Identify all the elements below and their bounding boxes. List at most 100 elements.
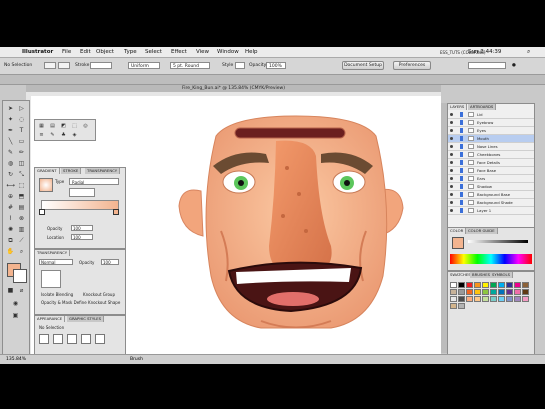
gradient-tab[interactable]: GRADIENT [35,168,60,174]
document-setup-button[interactable]: Document Setup [342,61,384,70]
layers-tab[interactable]: LAYERS [448,104,468,110]
layer-name[interactable]: Face Base [477,167,496,174]
app-menu[interactable]: Illustrator [22,47,53,57]
menu-file[interactable]: File [62,47,71,57]
color-swatch[interactable] [458,303,465,309]
appearance-tab[interactable]: APPEARANCE [35,316,66,322]
layer-name[interactable]: Layer 1 [477,207,491,214]
perspective-tool-icon[interactable]: ⬒ [17,192,26,201]
layer-row[interactable]: Background Shade [448,199,534,207]
gradient-preview[interactable] [39,178,53,192]
opacity-mask-knockout-checkbox[interactable]: Opacity & Mask Define Knockout Shape [41,300,120,305]
knockout-group-checkbox[interactable]: Knockout Group [83,292,115,297]
graph-tool-icon[interactable]: ▥ [17,225,26,234]
color-swatch[interactable] [490,282,497,288]
layer-name[interactable]: Shadow [477,183,492,190]
color-swatch[interactable] [474,289,481,295]
eyedropper-tool-icon[interactable]: ⌇ [6,214,15,223]
visibility-eye-icon[interactable] [450,201,453,204]
type-tool-icon[interactable]: T [17,126,26,135]
color-swatch[interactable] [482,289,489,295]
pencil-tool-icon[interactable]: ✏ [17,148,26,157]
stroke-weight-input[interactable] [90,62,112,69]
gradient-angle-input[interactable] [69,188,95,197]
layer-row[interactable]: Cheekbones [448,151,534,159]
color-swatch[interactable] [466,282,473,288]
gradient-slider[interactable] [41,200,119,210]
color-swatch[interactable] [522,289,529,295]
isolate-blending-checkbox[interactable]: Isolate Blending [41,292,73,297]
layer-row[interactable]: Face Base [448,167,534,175]
layer-name[interactable]: Mouth [477,135,489,142]
blend-mode-select[interactable]: Normal [39,259,73,265]
color-swatch[interactable] [482,296,489,302]
color-swatch[interactable] [514,296,521,302]
color-spectrum[interactable] [450,254,532,264]
color-swatch[interactable] [506,282,513,288]
paintbrush-tool-icon[interactable]: ✎ [6,148,15,157]
workspace-name[interactable]: ESS_TUTS (COLORING) [440,50,486,56]
layer-row[interactable]: Background Base [448,191,534,199]
visibility-eye-icon[interactable] [450,161,453,164]
color-swatch[interactable] [474,282,481,288]
opacity-mask-thumb[interactable] [41,270,61,288]
appearance-style-3[interactable] [67,334,77,344]
color-swatch[interactable] [458,289,465,295]
visibility-eye-icon[interactable] [450,145,453,148]
visibility-eye-icon[interactable] [450,169,453,172]
transparency-opacity-input[interactable]: 100 [101,259,119,265]
color-swatch[interactable] [514,289,521,295]
color-swatch[interactable] [474,296,481,302]
layer-name[interactable]: Eyebrow [477,119,493,126]
navigator-icon[interactable]: ◎ [81,122,90,131]
zoom-tool-icon[interactable]: ⌕ [17,247,26,256]
layer-row[interactable]: Shadow [448,183,534,191]
document-tab[interactable]: Fire_King_Bun.ai* @ 135.84% (CMYK/Previe… [26,85,441,92]
graphic-styles-icon[interactable]: ◈ [70,131,79,140]
shape-builder-tool-icon[interactable]: ⊕ [6,192,15,201]
blob-brush-tool-icon[interactable]: ◍ [6,159,15,168]
color-swatch[interactable] [490,296,497,302]
visibility-eye-icon[interactable] [450,193,453,196]
color-swatch[interactable] [522,282,529,288]
magic-wand-tool-icon[interactable]: ✦ [6,115,15,124]
free-transform-tool-icon[interactable]: ⬚ [17,181,26,190]
menu-select[interactable]: Select [145,47,162,57]
layer-name[interactable]: Ears [477,175,485,182]
color-swatch[interactable] [522,296,529,302]
preferences-button[interactable]: Preferences [393,61,431,70]
visibility-eye-icon[interactable] [450,153,453,156]
visibility-eye-icon[interactable] [450,177,453,180]
layer-row[interactable]: Layer 1 [448,207,534,215]
color-swatch[interactable] [450,296,457,302]
layer-row[interactable]: Lid [448,111,534,119]
selection-tool-icon[interactable]: ➤ [6,104,15,113]
eraser-tool-icon[interactable]: ◫ [17,159,26,168]
zoom-level[interactable]: 135.84% [6,355,26,364]
layer-name[interactable]: Background Base [477,191,510,198]
color-swatch[interactable] [498,289,505,295]
search-help-input[interactable] [468,62,506,69]
symbol-sprayer-tool-icon[interactable]: ✺ [6,225,15,234]
lasso-tool-icon[interactable]: ◌ [17,115,26,124]
color-slider[interactable] [468,240,528,243]
color-swatch[interactable] [506,289,513,295]
style-picker[interactable] [235,62,245,69]
user-menu-icon[interactable]: ● [512,63,516,69]
layer-name[interactable]: Cheekbones [477,151,500,158]
artboard-tool-icon[interactable]: ⧉ [6,236,15,245]
brushes-icon[interactable]: ✎ [48,131,57,140]
artboard-options-icon[interactable]: ▦ [37,122,46,131]
rotate-tool-icon[interactable]: ↻ [6,170,15,179]
color-swatch[interactable] [466,289,473,295]
rectangle-tool-icon[interactable]: ▭ [17,137,26,146]
menu-type[interactable]: Type [124,47,137,57]
hand-tool-icon[interactable]: ✋ [6,247,15,256]
color-swatch[interactable] [490,289,497,295]
layer-name[interactable]: Face Details [477,159,500,166]
color-guide-tab[interactable]: COLOR GUIDE [466,228,498,234]
color-swatch[interactable] [458,282,465,288]
gradient-opacity-input[interactable]: 100 [71,225,93,231]
layer-row[interactable]: Face Details [448,159,534,167]
visibility-eye-icon[interactable] [450,209,453,212]
